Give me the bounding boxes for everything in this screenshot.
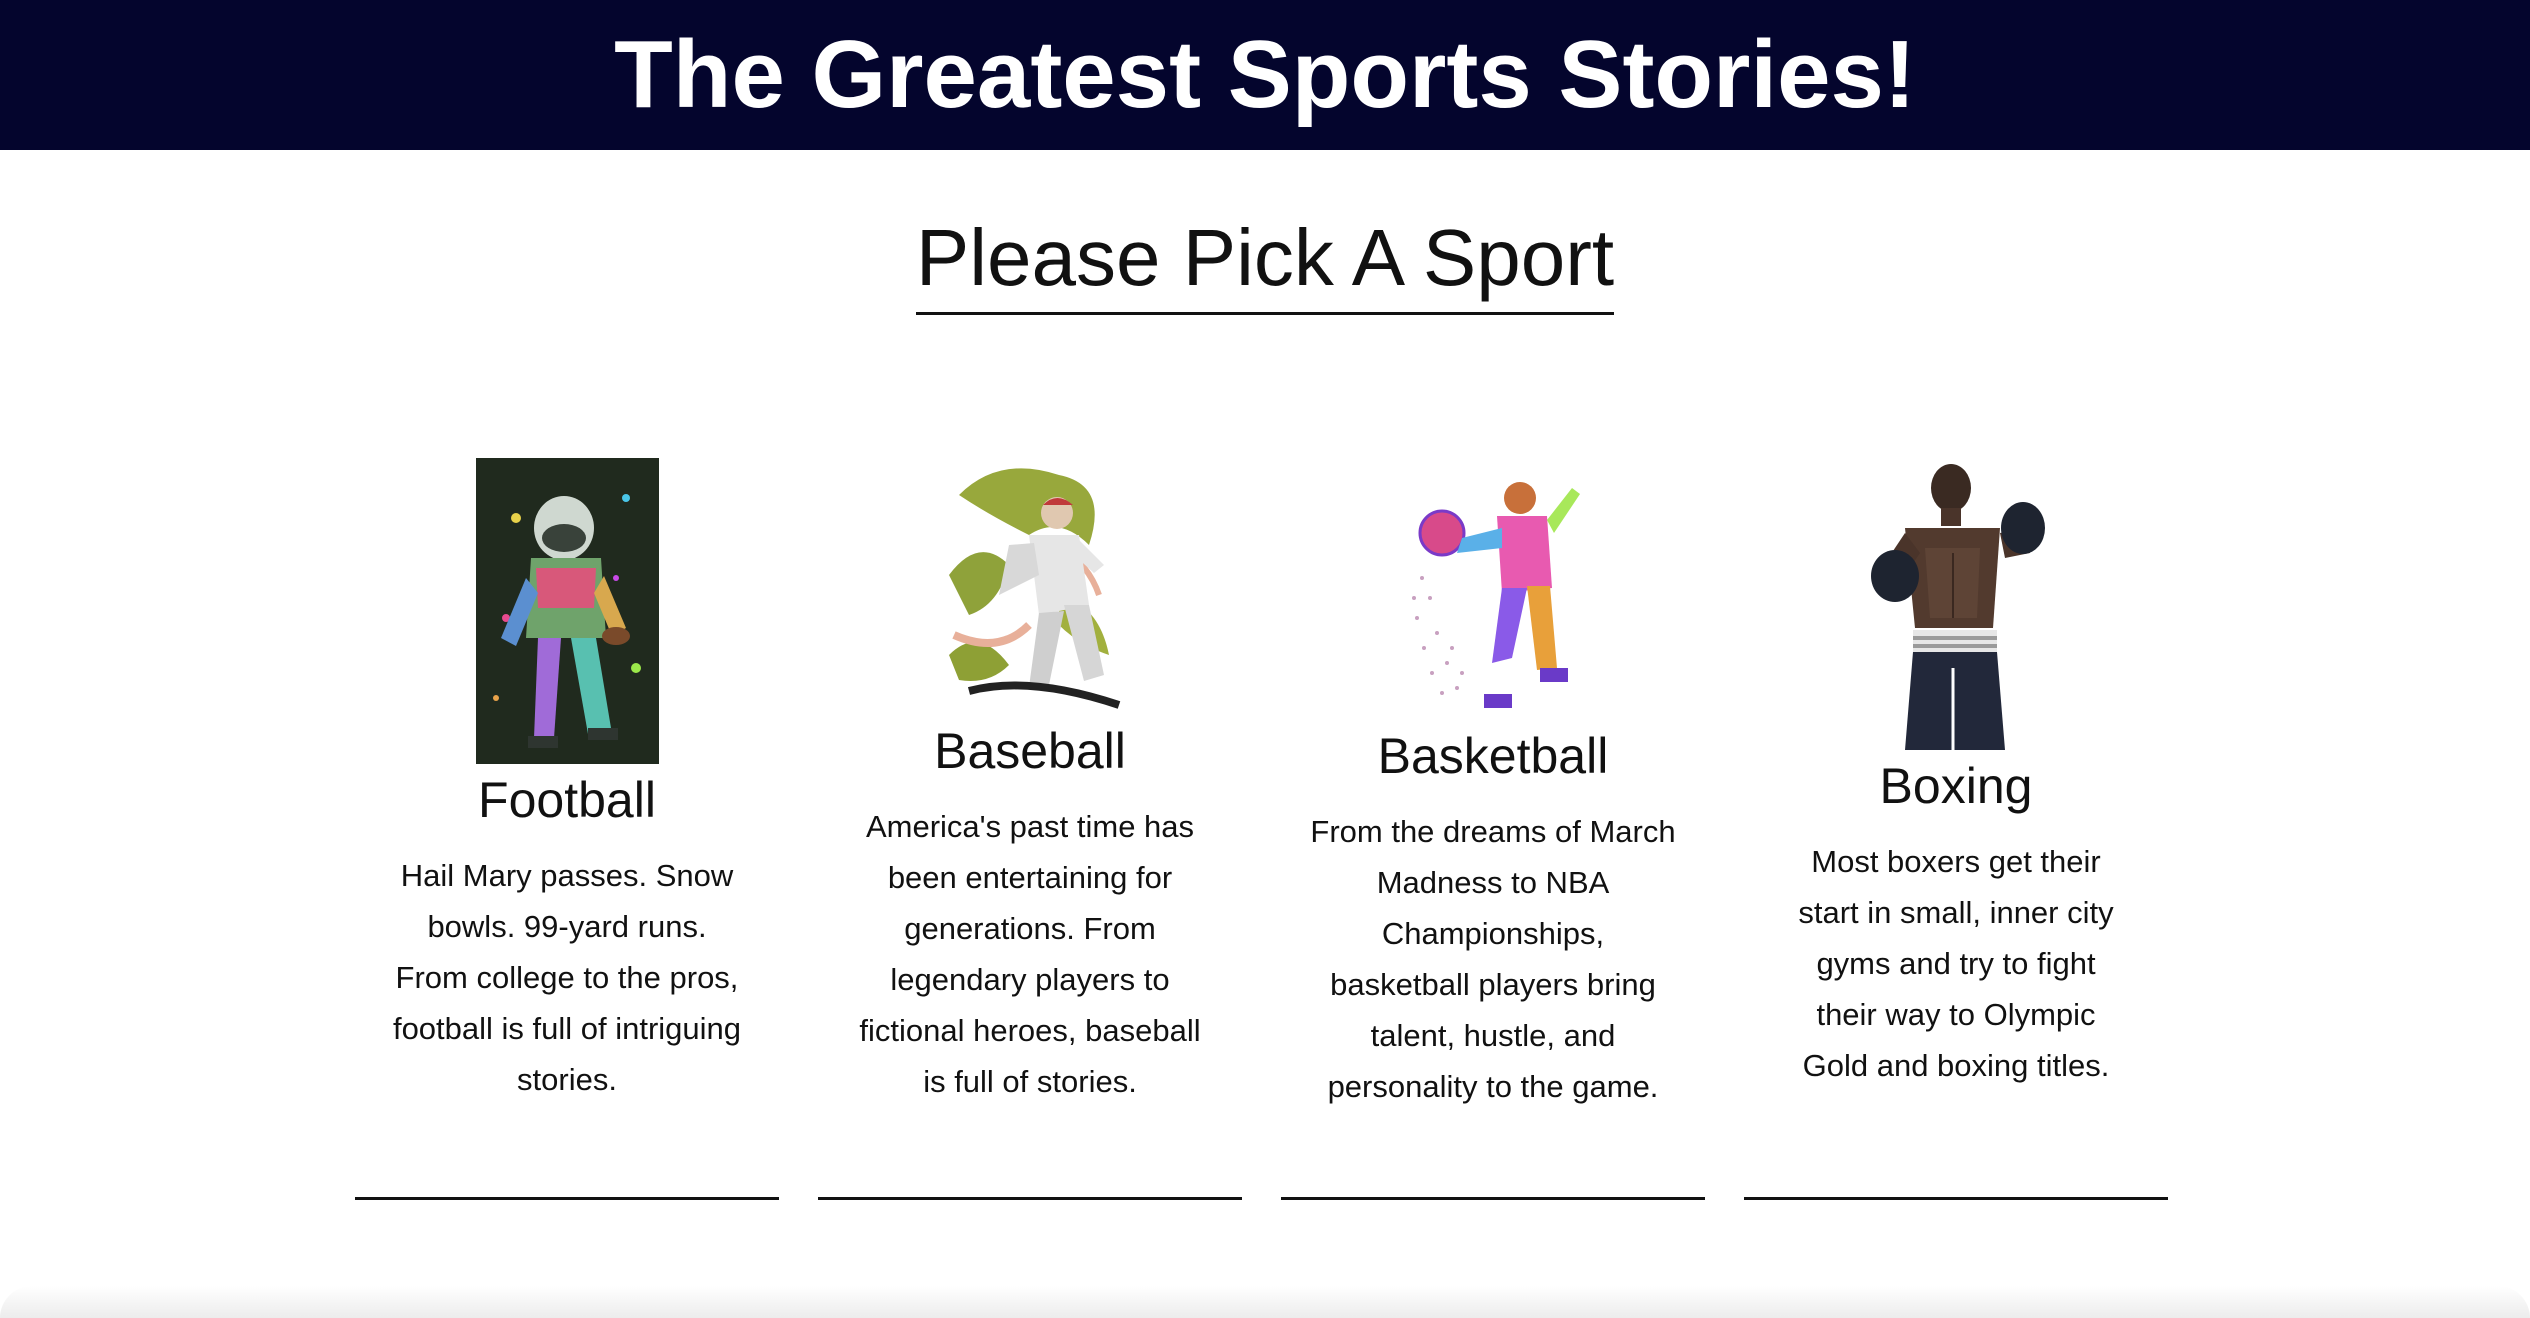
sport-description-baseball: America's past time has been entertainin… [859,809,1201,1099]
sport-title-basketball[interactable]: Basketball [1281,724,1705,788]
basketball-player-image[interactable] [1401,458,1585,720]
football-player-image[interactable] [475,458,659,764]
boxer-image[interactable] [1864,458,2048,750]
card-divider-football [355,1197,779,1200]
card-divider-boxing [1744,1197,2168,1200]
sport-description-boxing: Most boxers get their start in small, in… [1798,844,2114,1083]
card-divider-basketball [1281,1197,1705,1200]
sport-description-basketball: From the dreams of March Madness to NBA … [1310,814,1676,1104]
card-divider-baseball [818,1197,1242,1200]
sport-description-football: Hail Mary passes. Snow bowls. 99-yard ru… [392,858,742,1097]
sport-title-baseball[interactable]: Baseball [818,719,1242,783]
sport-title-football[interactable]: Football [355,768,779,832]
site-header: The Greatest Sports Stories! [0,0,2530,150]
baseball-player-image[interactable] [938,455,1122,715]
window-bottom-edge [0,1286,2530,1318]
sport-card-boxing[interactable]: Boxing Most boxers get their start in sm… [1744,458,2168,1091]
site-title: The Greatest Sports Stories! [614,21,1916,128]
page-heading: Please Pick A Sport [915,210,1615,315]
sport-card-basketball[interactable]: Basketball From the dreams of March Madn… [1281,458,1705,1112]
sport-card-baseball[interactable]: Baseball America's past time has been en… [818,455,1242,1107]
sport-card-football[interactable]: Football Hail Mary passes. Snow bowls. 9… [355,458,779,1105]
sport-title-boxing[interactable]: Boxing [1744,754,2168,818]
page-heading-wrap: Please Pick A Sport [0,210,2530,315]
